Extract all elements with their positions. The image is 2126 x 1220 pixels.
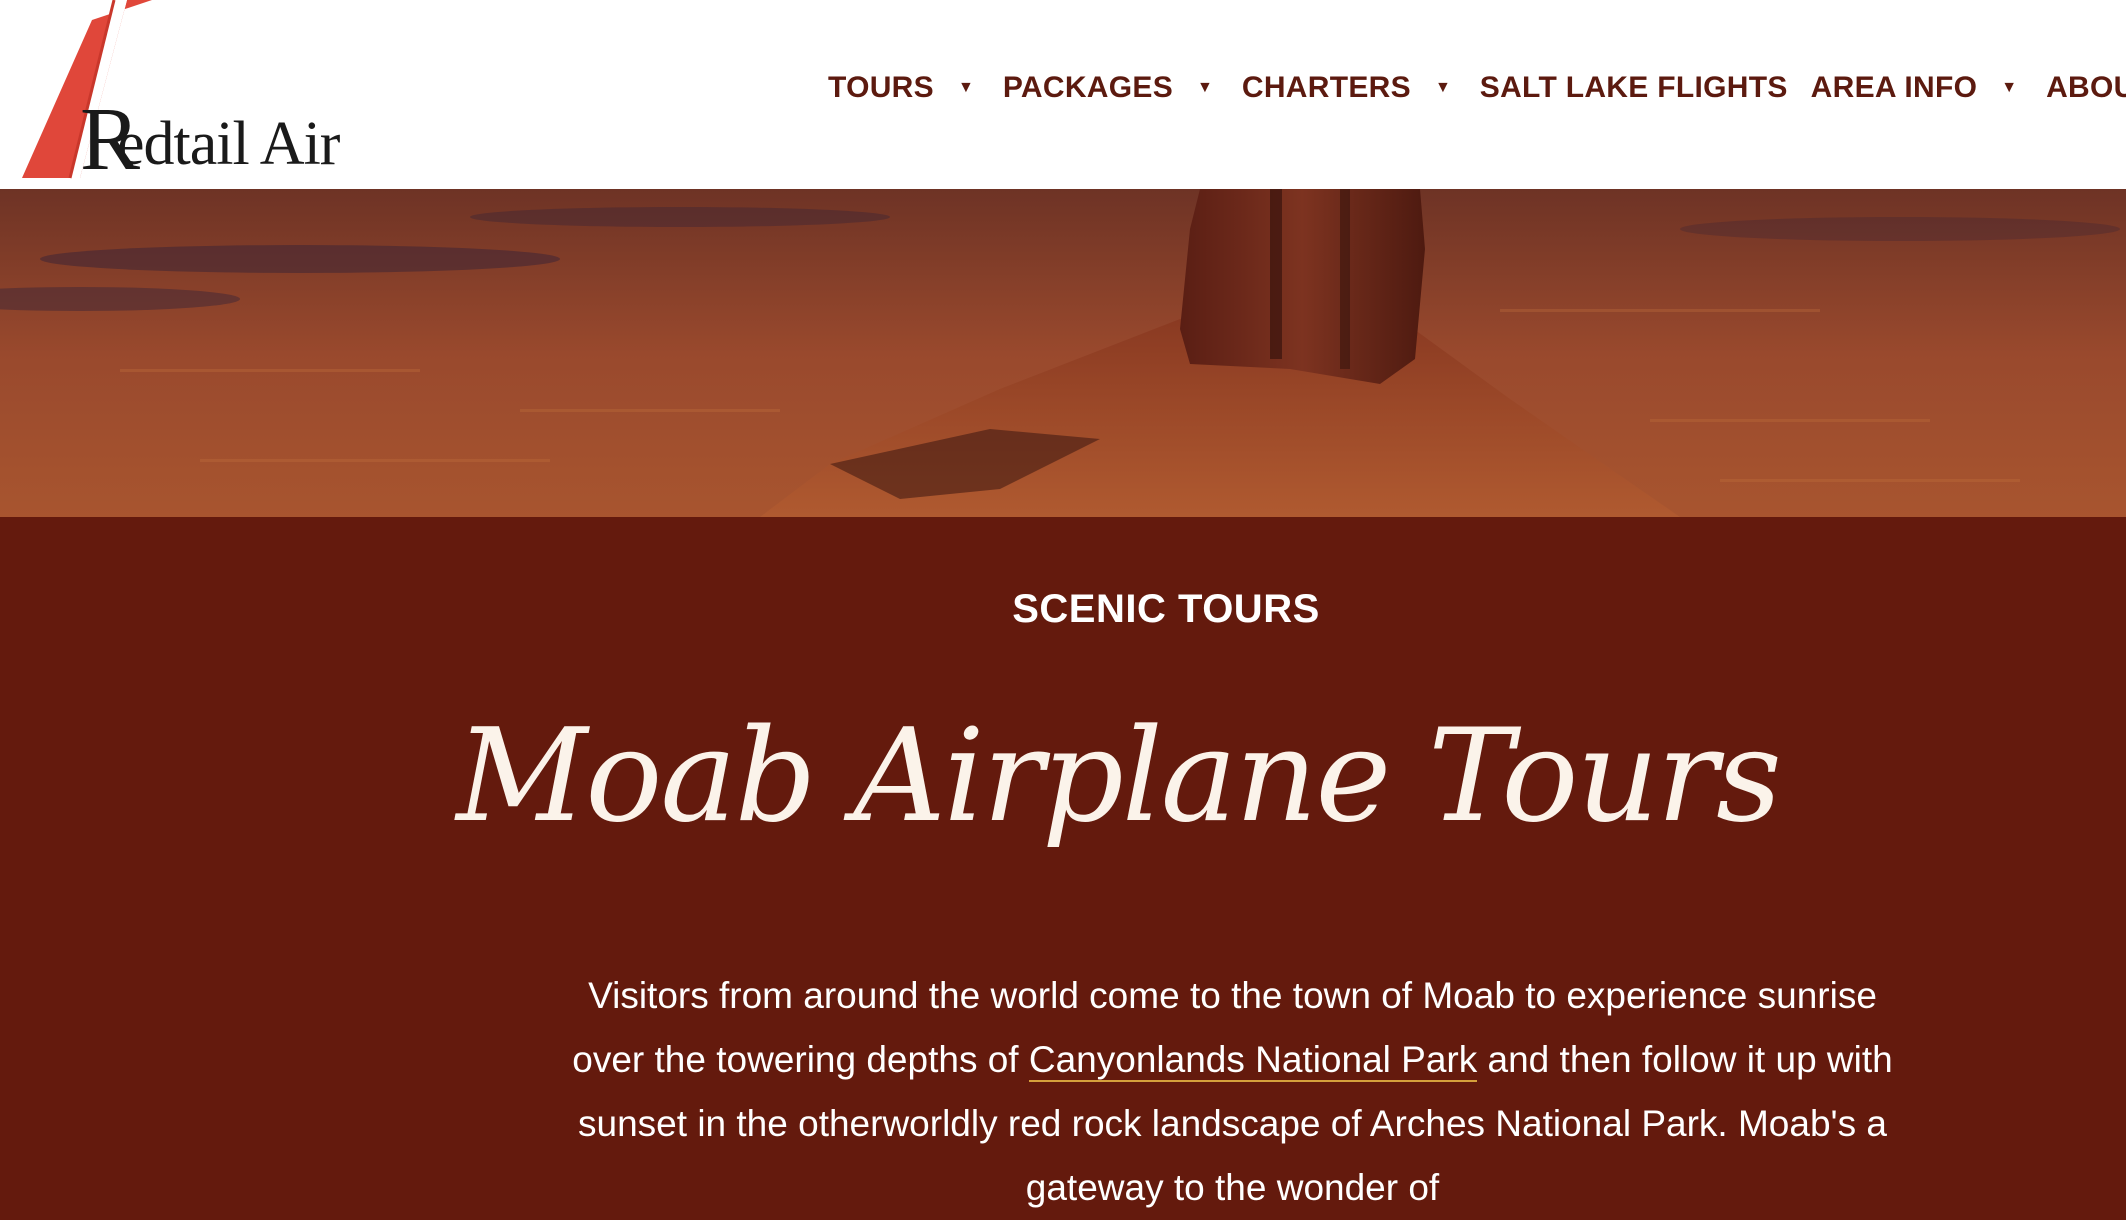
nav-item-charters[interactable]: CHARTERS ▼ (1242, 71, 1457, 105)
nav-item-area-info[interactable]: AREA INFO ▼ (1811, 71, 2023, 105)
canyonlands-link[interactable]: Canyonlands National Park (1028, 1039, 1478, 1082)
nav-item-label: SALT LAKE FLIGHTS (1479, 71, 1788, 104)
redtail-air-logo[interactable]: R edtail Air (22, 0, 382, 185)
nav-item-label: PACKAGES (1002, 71, 1174, 104)
desert-butte-illustration (0, 189, 2126, 517)
intro-paragraph: Visitors from around the world come to t… (560, 964, 1905, 1220)
site-header: R edtail Air TOURS ▼ PACKAGES ▼ CHARTERS… (0, 0, 2126, 189)
nav-item-about[interactable]: ABOUT (2046, 71, 2126, 105)
nav-item-packages[interactable]: PACKAGES ▼ (1003, 71, 1219, 105)
caret-down-icon[interactable]: ▼ (1435, 79, 1451, 97)
page-title: Moab Airplane Tours (0, 702, 2126, 851)
nav-item-tours[interactable]: TOURS ▼ (828, 71, 980, 105)
logo-wordmark: edtail Air (117, 110, 340, 178)
caret-down-icon[interactable]: ▼ (1197, 79, 1213, 97)
hero-image (0, 189, 2126, 517)
nav-item-label: CHARTERS (1241, 71, 1411, 104)
nav-item-label: TOURS (828, 71, 934, 104)
main-nav: TOURS ▼ PACKAGES ▼ CHARTERS ▼ SALT LAKE … (828, 66, 2126, 110)
scenic-tours-section: SCENIC TOURS Moab Airplane Tours Visitor… (0, 517, 2126, 1208)
section-eyebrow: SCENIC TOURS (103, 587, 2126, 632)
nav-item-salt-lake-flights[interactable]: SALT LAKE FLIGHTS (1480, 71, 1788, 105)
caret-down-icon[interactable]: ▼ (958, 79, 974, 97)
eyebrow-text: SCENIC TOURS (1012, 587, 1320, 631)
nav-item-label: ABOUT (2046, 71, 2126, 104)
page-title-text: Moab Airplane Tours (456, 702, 1781, 851)
caret-down-icon[interactable]: ▼ (2001, 79, 2017, 97)
nav-item-label: AREA INFO (1810, 71, 1978, 104)
